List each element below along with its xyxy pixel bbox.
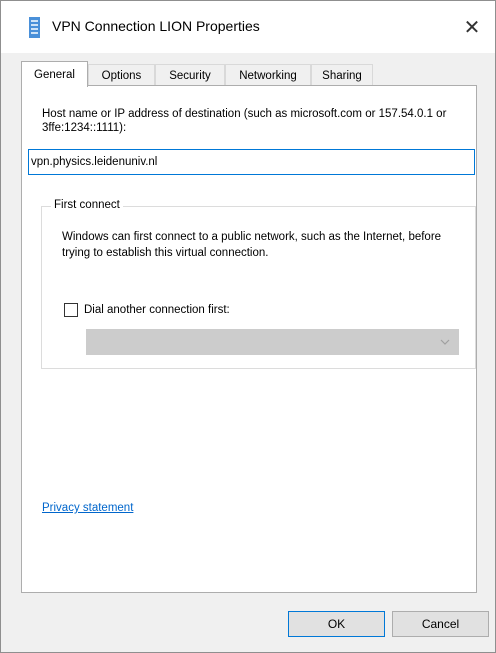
connection-dropdown[interactable] — [86, 329, 459, 355]
title-bar[interactable]: VPN Connection LION Properties ✕ — [1, 1, 495, 53]
tab-general[interactable]: General — [21, 61, 88, 87]
tab-security[interactable]: Security — [155, 64, 225, 86]
tab-options[interactable]: Options — [88, 64, 155, 86]
first-connect-group: First connect Windows can first connect … — [41, 199, 476, 369]
first-connect-legend: First connect — [51, 199, 123, 211]
host-name-label: Host name or IP address of destination (… — [42, 108, 447, 134]
first-connect-description: Windows can first connect to a public ne… — [62, 231, 442, 259]
window-title: VPN Connection LION Properties — [52, 18, 260, 34]
tab-networking[interactable]: Networking — [225, 64, 311, 86]
cancel-button[interactable]: Cancel — [392, 611, 489, 637]
close-button[interactable]: ✕ — [449, 1, 495, 53]
tab-sharing[interactable]: Sharing — [311, 64, 373, 86]
general-tab-panel: Host name or IP address of destination (… — [21, 85, 477, 593]
host-name-input[interactable] — [28, 149, 475, 175]
ok-button[interactable]: OK — [288, 611, 385, 637]
dial-another-connection-label[interactable]: Dial another connection first: — [84, 304, 230, 316]
dial-another-connection-checkbox[interactable] — [64, 303, 78, 317]
privacy-statement-link[interactable]: Privacy statement — [42, 502, 133, 514]
chevron-down-icon — [440, 339, 450, 345]
tab-strip: General Options Security Networking Shar… — [21, 61, 491, 87]
vpn-connection-icon — [28, 17, 41, 38]
dial-another-connection-row[interactable]: Dial another connection first: — [64, 303, 230, 317]
properties-dialog: VPN Connection LION Properties ✕ General… — [0, 0, 496, 653]
close-icon: ✕ — [463, 16, 481, 39]
